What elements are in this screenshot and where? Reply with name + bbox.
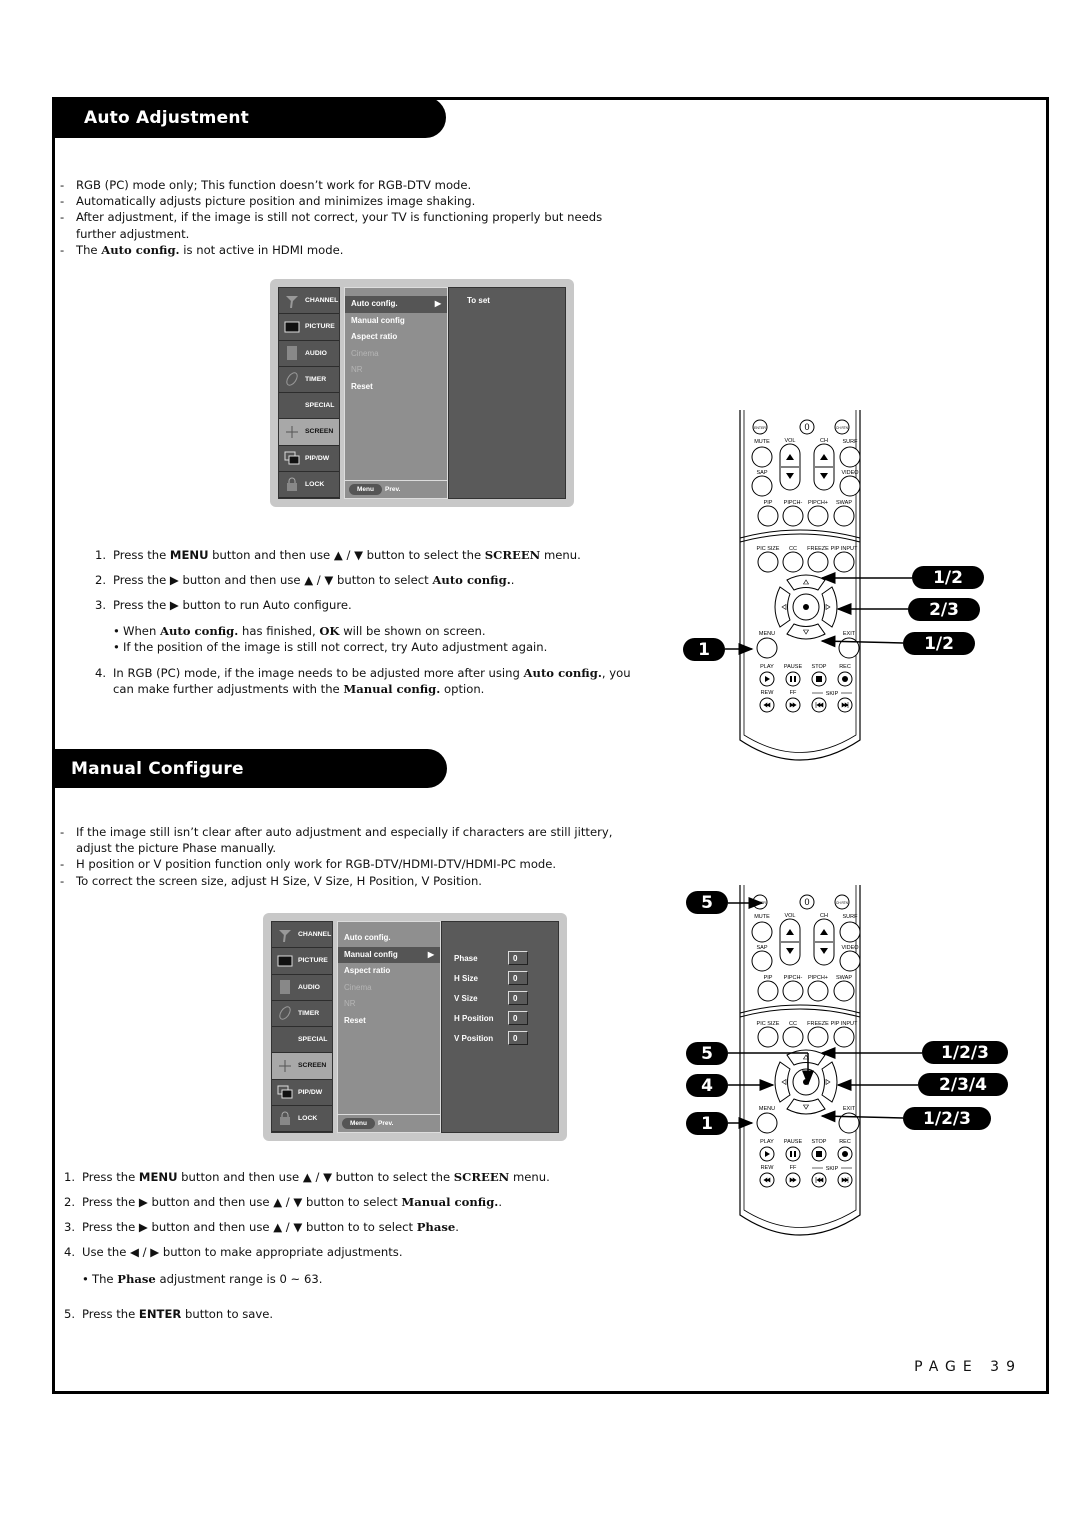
arrows-2	[728, 897, 922, 1129]
page-number: PAGE 39	[914, 1359, 1022, 1375]
